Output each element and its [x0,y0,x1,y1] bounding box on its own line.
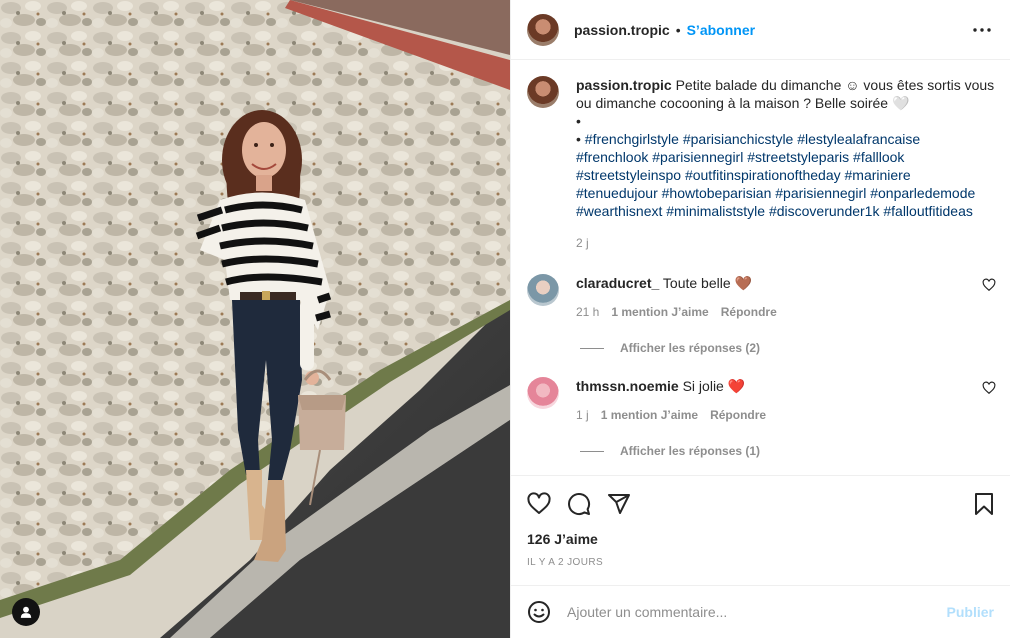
user-icon [20,606,32,618]
posted-time[interactable]: IL Y A 2 JOURS [511,551,1010,585]
author-username[interactable]: passion.tropic [574,22,670,38]
comment-item: claraducret_ Toute belle 🤎 21 h 1 mentio… [527,274,996,319]
comments-list[interactable]: passion.tropic Petite balade du dimanche… [511,60,1010,475]
caption-time[interactable]: 2 j [576,234,996,252]
likes-count[interactable]: 126 J’aime [511,531,1010,551]
comment-text: Si jolie ❤️ [682,378,746,394]
view-replies-label: Afficher les réponses (1) [620,444,761,458]
post-actions [511,475,1010,531]
comment-time[interactable]: 21 h [576,305,599,319]
header-separator: • [675,21,681,38]
comment-likes[interactable]: 1 mention J’aime [611,305,708,319]
commenter-avatar[interactable] [527,377,559,409]
follow-button[interactable]: S’abonner [687,22,755,38]
commenter-username[interactable]: claraducret_ [576,275,659,291]
comment-like-heart-icon[interactable] [982,278,996,292]
reply-button[interactable]: Répondre [721,305,777,319]
post-side-panel: passion.tropic • S’abonner passion.tropi… [510,0,1010,638]
view-replies-label: Afficher les réponses (2) [620,341,761,355]
more-options-button[interactable] [970,18,994,42]
post-header: passion.tropic • S’abonner [511,0,1010,60]
view-replies-button[interactable]: Afficher les réponses (2) [580,341,996,355]
caption-bullet-2: • [576,131,581,147]
instagram-post-modal: passion.tropic • S’abonner passion.tropi… [0,0,1010,638]
comment-input[interactable] [567,604,947,620]
reply-button[interactable]: Répondre [710,408,766,422]
tagged-users-button[interactable] [12,598,40,626]
replies-divider [580,347,604,349]
comment-item: thmssn.noemie Si jolie ❤️ 1 j 1 mention … [527,377,996,422]
replies-divider [580,450,604,452]
add-comment-bar: Publier [511,585,1010,638]
post-photo-illustration [0,0,510,638]
author-avatar[interactable] [527,13,559,46]
comment-text: Toute belle 🤎 [662,275,752,291]
comment-time[interactable]: 1 j [576,408,589,422]
view-replies-button[interactable]: Afficher les réponses (1) [580,444,996,458]
bookmark-icon[interactable] [972,492,996,516]
smiley-icon[interactable] [527,600,551,624]
post-photo[interactable] [0,0,510,638]
publish-button[interactable]: Publier [947,604,994,620]
caption: passion.tropic Petite balade du dimanche… [527,76,996,252]
caption-bullet-1: • [576,113,581,129]
caption-avatar[interactable] [527,76,559,108]
comment-likes[interactable]: 1 mention J’aime [601,408,698,422]
caption-body: passion.tropic Petite balade du dimanche… [576,76,996,252]
comment-bubble-icon[interactable] [567,492,591,516]
caption-username[interactable]: passion.tropic [576,77,672,93]
heart-icon[interactable] [527,491,551,516]
paper-plane-icon[interactable] [607,492,631,516]
caption-hashtags[interactable]: #frenchgirlstyle #parisianchicstyle #les… [576,131,975,219]
comment-like-heart-icon[interactable] [982,381,996,395]
more-horizontal-icon [973,27,991,32]
commenter-avatar[interactable] [527,274,559,306]
commenter-username[interactable]: thmssn.noemie [576,378,679,394]
